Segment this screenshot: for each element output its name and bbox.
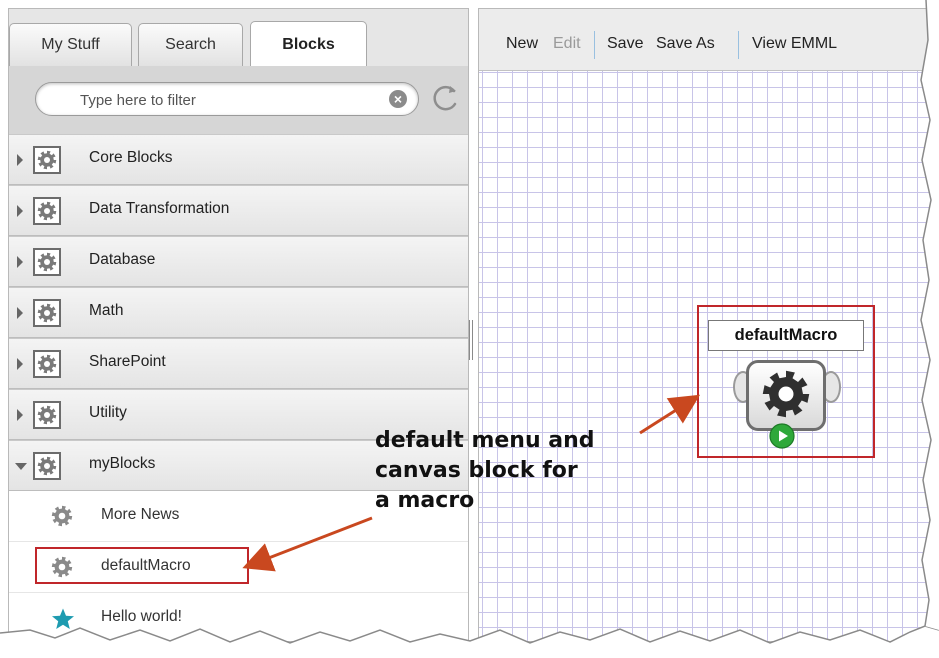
category-label: Utility — [89, 404, 127, 421]
save-button[interactable]: Save — [607, 35, 643, 53]
category-math[interactable]: Math — [9, 287, 468, 338]
play-icon[interactable] — [769, 423, 795, 449]
category-sharepoint[interactable]: SharePoint — [9, 338, 468, 389]
filter-box: × — [35, 82, 419, 116]
expand-arrow-icon[interactable] — [17, 205, 23, 217]
gear-icon — [33, 248, 61, 276]
annotation-line: default menu and — [375, 428, 595, 453]
filter-input[interactable] — [64, 89, 370, 111]
category-label: Database — [89, 251, 156, 268]
save-as-button[interactable]: Save As — [656, 35, 715, 53]
tab-bar: My Stuff Search Blocks — [9, 9, 468, 67]
category-label: SharePoint — [89, 353, 166, 370]
gear-icon — [51, 505, 73, 527]
annotation-callout: default menu and canvas block for a macr… — [375, 426, 645, 516]
gear-icon — [33, 401, 61, 429]
expand-arrow-icon[interactable] — [17, 358, 23, 370]
view-emml-button[interactable]: View EMML — [752, 35, 837, 53]
block-item-hello-world[interactable]: Hello world! — [9, 593, 468, 641]
category-label: Core Blocks — [89, 149, 173, 166]
highlight-box — [35, 547, 249, 584]
annotation-line: canvas block for — [375, 458, 578, 483]
block-item-label: More News — [101, 506, 180, 523]
tab-my-stuff[interactable]: My Stuff — [9, 23, 132, 66]
category-label: Data Transformation — [89, 200, 230, 217]
gear-icon — [33, 350, 61, 378]
canvas-block-highlight: defaultMacro — [697, 305, 875, 458]
canvas-block-title[interactable]: defaultMacro — [708, 320, 864, 351]
panel-splitter[interactable] — [469, 320, 474, 360]
gear-icon — [33, 146, 61, 174]
expand-arrow-icon[interactable] — [17, 154, 23, 166]
category-label: Math — [89, 302, 124, 319]
category-label: myBlocks — [89, 455, 156, 472]
expand-arrow-icon[interactable] — [17, 307, 23, 319]
canvas-toolbar: New Edit Save Save As View EMML — [479, 9, 939, 71]
expand-arrow-icon[interactable] — [17, 256, 23, 268]
blocks-panel: My Stuff Search Blocks × Core Blocks Dat… — [8, 8, 469, 642]
gear-icon — [33, 197, 61, 225]
category-core-blocks[interactable]: Core Blocks — [9, 134, 468, 185]
refresh-icon[interactable] — [429, 82, 461, 114]
tab-search[interactable]: Search — [138, 23, 243, 66]
new-button[interactable]: New — [506, 35, 538, 53]
star-icon — [52, 608, 74, 629]
tab-blocks[interactable]: Blocks — [250, 21, 367, 67]
expand-arrow-icon[interactable] — [17, 409, 23, 421]
macro-block[interactable] — [746, 360, 826, 431]
filter-bar: × — [9, 66, 468, 135]
toolbar-separator — [594, 31, 595, 59]
clear-circle-icon[interactable]: × — [389, 90, 407, 108]
block-item-label: Hello world! — [101, 608, 182, 625]
edit-button[interactable]: Edit — [553, 35, 581, 53]
category-data-transformation[interactable]: Data Transformation — [9, 185, 468, 236]
gear-icon — [33, 299, 61, 327]
gear-icon — [33, 452, 61, 480]
gear-icon — [762, 370, 810, 418]
annotation-line: a macro — [375, 488, 475, 513]
category-database[interactable]: Database — [9, 236, 468, 287]
collapse-arrow-icon[interactable] — [15, 463, 27, 470]
toolbar-separator — [738, 31, 739, 59]
